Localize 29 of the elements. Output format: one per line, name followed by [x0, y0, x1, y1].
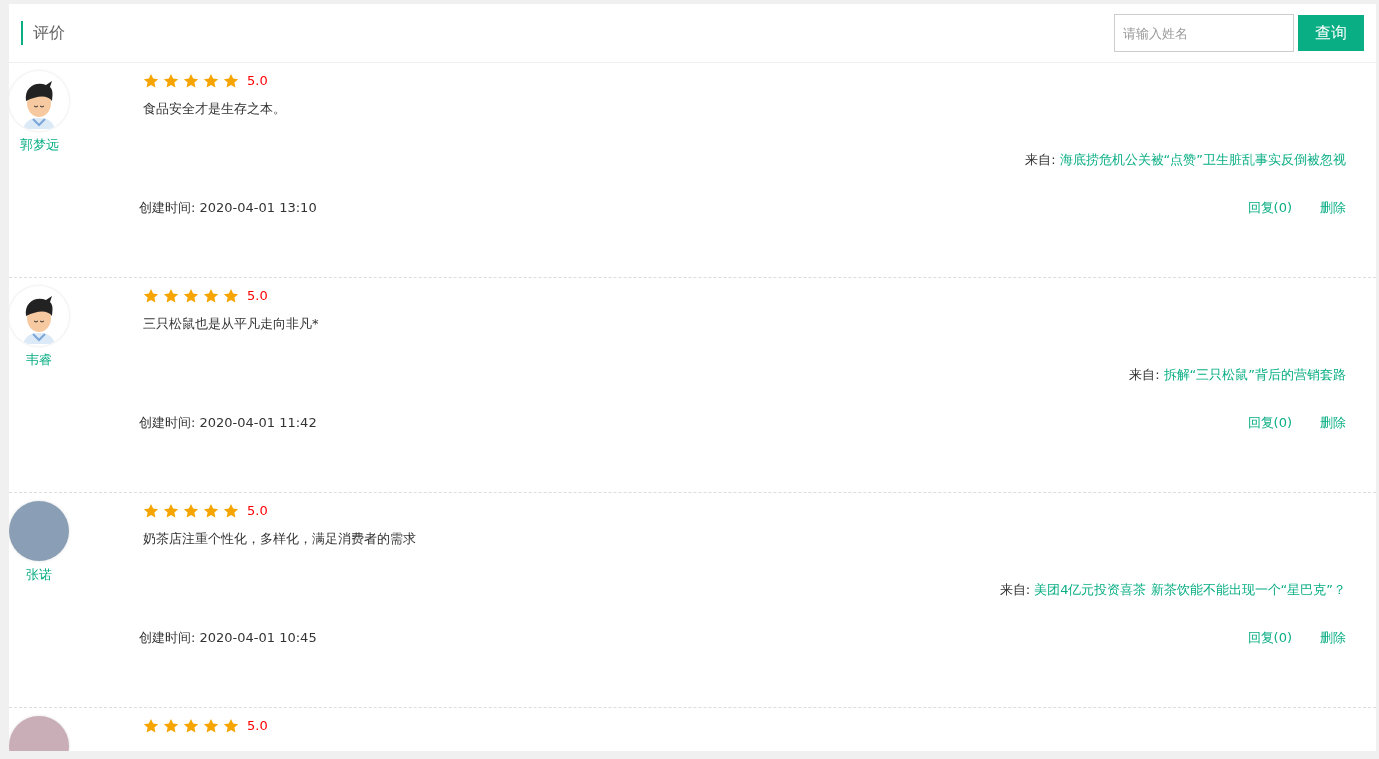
search-button[interactable]: 查询 — [1298, 15, 1364, 51]
user-name[interactable]: 郭梦远 — [19, 135, 59, 155]
created-time: 创建时间: 2020-04-01 10:45 — [139, 628, 317, 647]
delete-link[interactable]: 删除 — [1320, 627, 1346, 647]
source-link[interactable]: 拆解“三只松鼠”背后的营销套路 — [1163, 365, 1346, 385]
source-link[interactable]: 海底捞危机公关被“点赞”卫生脏乱事实反倒被忽视 — [1059, 150, 1346, 170]
name-search-field[interactable]: 请输入姓名 — [1114, 14, 1294, 52]
delete-link[interactable]: 删除 — [1320, 412, 1346, 432]
rating-value: 5.0 — [247, 72, 268, 90]
user-name[interactable]: 韦睿 — [26, 350, 52, 370]
reply-link[interactable]: 回复(0) — [1247, 412, 1292, 432]
avatar-photo-placeholder — [9, 501, 69, 561]
source-label: 来自: — [1129, 366, 1160, 384]
source-link[interactable]: 美团4亿元投资喜茶 新茶饮能不能出现一个“星巴克”？ — [1034, 580, 1346, 600]
reply-link[interactable]: 回复(0) — [1247, 627, 1292, 647]
review-text: 食品安全才是生存之本。 — [143, 99, 287, 118]
review-text: 三只松鼠也是从平凡走向非凡* — [143, 314, 320, 333]
rating-value: 5.0 — [247, 502, 268, 520]
review-text: 奶茶店注重个性化，多样化，满足消费者的需求 — [143, 529, 417, 548]
created-time: 创建时间: 2020-04-01 11:42 — [139, 413, 317, 432]
rating-value: 5.0 — [247, 717, 268, 735]
source-label: 来自: — [1025, 151, 1056, 169]
user-name[interactable]: 张诺 — [26, 565, 52, 585]
page-title: 评价 — [21, 21, 65, 45]
rating-value: 5.0 — [247, 287, 268, 305]
reply-link[interactable]: 回复(0) — [1247, 197, 1292, 217]
source-label: 来自: — [999, 581, 1031, 599]
delete-link[interactable]: 删除 — [1320, 197, 1346, 217]
created-time: 创建时间: 2020-04-01 13:10 — [139, 198, 317, 217]
